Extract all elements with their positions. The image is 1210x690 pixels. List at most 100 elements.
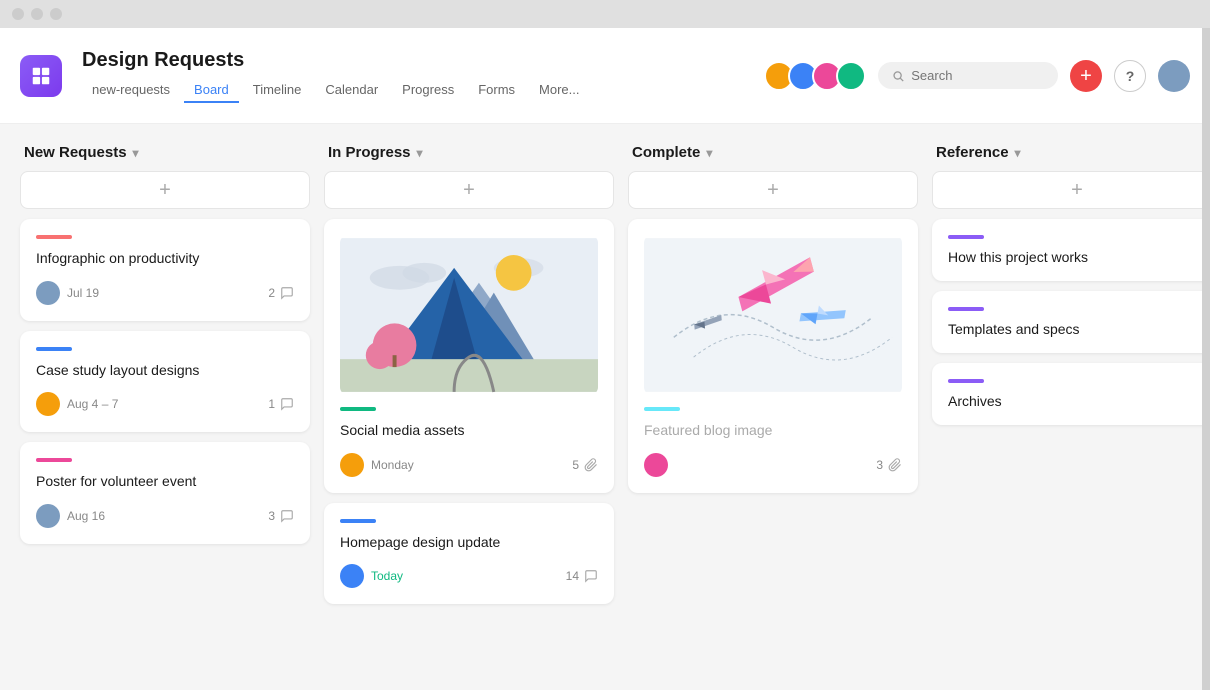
card-accent bbox=[340, 407, 376, 411]
card-meta bbox=[644, 453, 668, 477]
traffic-light-maximize[interactable] bbox=[50, 8, 62, 20]
card-accent bbox=[36, 458, 72, 462]
card-accent bbox=[36, 235, 72, 239]
user-avatar[interactable] bbox=[1158, 60, 1190, 92]
ref-card-templates: Templates and specs bbox=[932, 291, 1210, 353]
column-chevron-in-progress[interactable]: ▾ bbox=[417, 146, 423, 160]
header-right: + ? bbox=[764, 60, 1190, 92]
app-container: Design Requests new-requests Board Timel… bbox=[0, 28, 1210, 690]
card-featured-blog: Featured blog image 3 bbox=[628, 219, 918, 493]
card-footer: Aug 16 3 bbox=[36, 504, 294, 528]
header-nav: new-requests Board Timeline Calendar Pro… bbox=[82, 78, 590, 103]
card-image-mountain bbox=[340, 235, 598, 395]
window-chrome bbox=[0, 0, 1210, 28]
card-date: Today bbox=[371, 569, 403, 583]
ref-card-archives: Archives bbox=[932, 363, 1210, 425]
card-avatar bbox=[36, 281, 60, 305]
header: Design Requests new-requests Board Timel… bbox=[0, 28, 1210, 124]
column-header-new-requests: New Requests ▾ bbox=[20, 144, 310, 161]
card-actions: 5 bbox=[572, 458, 598, 472]
attachment-count: 5 bbox=[572, 458, 579, 472]
nav-timeline[interactable]: Timeline bbox=[243, 78, 312, 103]
card-actions: 3 bbox=[268, 509, 294, 523]
card-accent bbox=[340, 519, 376, 523]
nav-list[interactable]: new-requests bbox=[82, 78, 180, 103]
card-avatar bbox=[340, 453, 364, 477]
comment-icon bbox=[584, 569, 598, 583]
nav-progress[interactable]: Progress bbox=[392, 78, 464, 103]
card-footer: Jul 19 2 bbox=[36, 281, 294, 305]
comment-count: 14 bbox=[566, 569, 579, 583]
card-meta: Today bbox=[340, 564, 403, 588]
card-footer: Aug 4 – 7 1 bbox=[36, 392, 294, 416]
card-footer: Today 14 bbox=[340, 564, 598, 588]
column-title-new-requests: New Requests bbox=[24, 144, 127, 161]
board: New Requests ▾ + Infographic on producti… bbox=[0, 124, 1210, 690]
card-title: Infographic on productivity bbox=[36, 249, 294, 269]
card-avatar bbox=[644, 453, 668, 477]
card-title: Social media assets bbox=[340, 421, 598, 441]
app-title: Design Requests bbox=[82, 49, 590, 72]
nav-calendar[interactable]: Calendar bbox=[315, 78, 388, 103]
ref-accent bbox=[948, 379, 984, 383]
card-meta: Aug 16 bbox=[36, 504, 105, 528]
add-card-in-progress[interactable]: + bbox=[324, 171, 614, 209]
card-actions: 2 bbox=[268, 286, 294, 300]
card-footer: 3 bbox=[644, 453, 902, 477]
card-date: Jul 19 bbox=[67, 286, 99, 300]
card-image-plane bbox=[644, 235, 902, 395]
column-in-progress: In Progress ▾ + bbox=[324, 144, 614, 670]
card-actions: 14 bbox=[566, 569, 598, 583]
search-input[interactable] bbox=[911, 68, 1044, 83]
app-icon bbox=[20, 55, 62, 97]
add-card-reference[interactable]: + bbox=[932, 171, 1210, 209]
traffic-light-minimize[interactable] bbox=[31, 8, 43, 20]
team-avatars bbox=[764, 61, 866, 91]
ref-card-how-it-works: How this project works bbox=[932, 219, 1210, 281]
card-title: Featured blog image bbox=[644, 421, 902, 441]
card-infographic: Infographic on productivity Jul 19 2 bbox=[20, 219, 310, 321]
ref-title: How this project works bbox=[948, 249, 1206, 265]
card-meta: Jul 19 bbox=[36, 281, 99, 305]
card-social-media: Social media assets Monday 5 bbox=[324, 219, 614, 493]
header-title-area: Design Requests new-requests Board Timel… bbox=[82, 49, 590, 103]
card-date: Aug 4 – 7 bbox=[67, 397, 118, 411]
help-button[interactable]: ? bbox=[1114, 60, 1146, 92]
card-title: Case study layout designs bbox=[36, 361, 294, 381]
add-button[interactable]: + bbox=[1070, 60, 1102, 92]
column-complete: Complete ▾ + bbox=[628, 144, 918, 670]
add-card-new-requests[interactable]: + bbox=[20, 171, 310, 209]
card-meta: Aug 4 – 7 bbox=[36, 392, 118, 416]
search-icon bbox=[892, 69, 904, 83]
card-avatar bbox=[36, 504, 60, 528]
attachment-icon bbox=[584, 458, 598, 472]
card-accent bbox=[36, 347, 72, 351]
card-title: Homepage design update bbox=[340, 533, 598, 553]
traffic-light-close[interactable] bbox=[12, 8, 24, 20]
card-title: Poster for volunteer event bbox=[36, 472, 294, 492]
column-chevron-reference[interactable]: ▾ bbox=[1015, 146, 1021, 160]
card-avatar bbox=[36, 392, 60, 416]
nav-board[interactable]: Board bbox=[184, 78, 239, 103]
card-actions: 3 bbox=[876, 458, 902, 472]
column-title-reference: Reference bbox=[936, 144, 1009, 161]
nav-more[interactable]: More... bbox=[529, 78, 589, 103]
card-poster: Poster for volunteer event Aug 16 3 bbox=[20, 442, 310, 544]
card-homepage: Homepage design update Today 14 bbox=[324, 503, 614, 605]
column-chevron-new-requests[interactable]: ▾ bbox=[133, 146, 139, 160]
column-title-in-progress: In Progress bbox=[328, 144, 411, 161]
column-header-complete: Complete ▾ bbox=[628, 144, 918, 161]
comment-count: 3 bbox=[268, 509, 275, 523]
column-chevron-complete[interactable]: ▾ bbox=[706, 146, 712, 160]
scrollbar-indicator bbox=[1202, 28, 1210, 690]
card-date: Monday bbox=[371, 458, 414, 472]
comment-icon bbox=[280, 509, 294, 523]
comment-count: 2 bbox=[268, 286, 275, 300]
nav-forms[interactable]: Forms bbox=[468, 78, 525, 103]
comment-count: 1 bbox=[268, 397, 275, 411]
add-card-complete[interactable]: + bbox=[628, 171, 918, 209]
column-reference: Reference ▾ + How this project works Tem… bbox=[932, 144, 1210, 670]
search-box[interactable] bbox=[878, 62, 1058, 89]
ref-title: Archives bbox=[948, 393, 1206, 409]
avatar-4[interactable] bbox=[836, 61, 866, 91]
